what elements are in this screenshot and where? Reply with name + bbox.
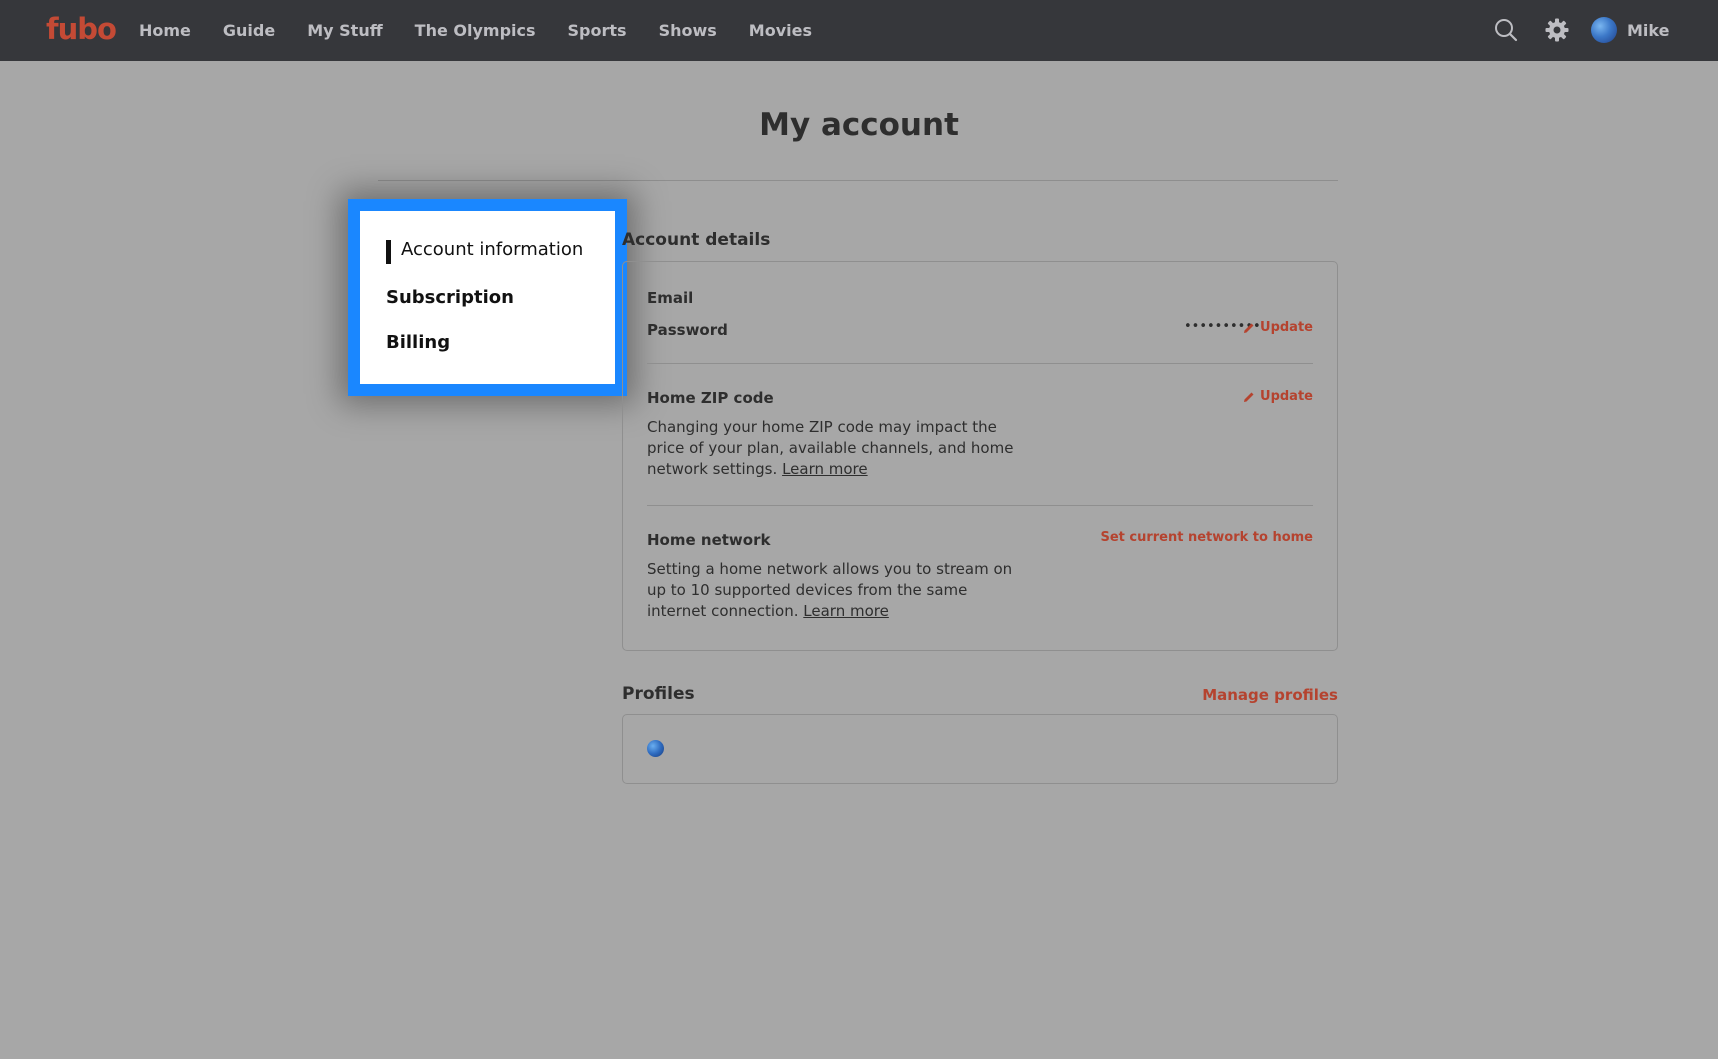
row-divider	[647, 363, 1313, 364]
gear-icon[interactable]	[1544, 17, 1570, 43]
search-icon[interactable]	[1493, 17, 1519, 43]
home-zip-description: Changing your home ZIP code may impact t…	[647, 417, 1027, 480]
pencil-icon	[1244, 323, 1254, 333]
home-network-description: Setting a home network allows you to str…	[647, 559, 1027, 622]
update-zip-label: Update	[1260, 389, 1313, 404]
set-home-network-button[interactable]: Set current network to home	[1100, 530, 1313, 545]
nav-guide[interactable]: Guide	[223, 21, 275, 40]
fubo-logo[interactable]: fubo	[46, 12, 117, 46]
nav-the-olympics[interactable]: The Olympics	[415, 21, 536, 40]
nav-my-stuff[interactable]: My Stuff	[307, 21, 382, 40]
account-details-card: Email Password •••••••••• Update Home ZI…	[622, 261, 1338, 651]
row-divider	[647, 505, 1313, 506]
home-zip-label: Home ZIP code	[647, 389, 774, 407]
user-menu[interactable]: Mike	[1591, 17, 1669, 43]
sidebar-item-account-information[interactable]: Account information	[386, 239, 583, 264]
profiles-card	[622, 714, 1338, 784]
nav-shows[interactable]: Shows	[659, 21, 717, 40]
account-sidebar-highlight: Account information Subscription Billing	[348, 199, 627, 396]
main-nav: Home Guide My Stuff The Olympics Sports …	[139, 0, 844, 61]
update-password-button[interactable]: Update	[1243, 320, 1313, 335]
update-password-label: Update	[1260, 320, 1313, 335]
nav-sports[interactable]: Sports	[568, 21, 627, 40]
update-zip-button[interactable]: Update	[1243, 389, 1313, 404]
network-learn-more-link[interactable]: Learn more	[803, 602, 889, 620]
account-sidebar: Account information Subscription Billing	[360, 211, 615, 384]
home-network-label: Home network	[647, 531, 771, 549]
email-label: Email	[647, 289, 694, 307]
manage-profiles-link[interactable]: Manage profiles	[1202, 686, 1338, 704]
zip-learn-more-link[interactable]: Learn more	[782, 460, 868, 478]
nav-home[interactable]: Home	[139, 21, 191, 40]
sidebar-item-billing[interactable]: Billing	[386, 332, 450, 353]
top-navigation-bar: fubo Home Guide My Stuff The Olympics Sp…	[0, 0, 1718, 61]
account-details-title: Account details	[622, 230, 771, 250]
password-label: Password	[647, 321, 728, 339]
title-divider	[378, 180, 1338, 181]
profile-avatar[interactable]	[647, 740, 664, 757]
profiles-title: Profiles	[622, 684, 695, 704]
user-name: Mike	[1627, 20, 1670, 40]
page-title: My account	[759, 107, 959, 143]
nav-movies[interactable]: Movies	[749, 21, 812, 40]
pencil-icon	[1244, 392, 1254, 402]
avatar	[1591, 17, 1617, 43]
sidebar-item-subscription[interactable]: Subscription	[386, 287, 514, 308]
